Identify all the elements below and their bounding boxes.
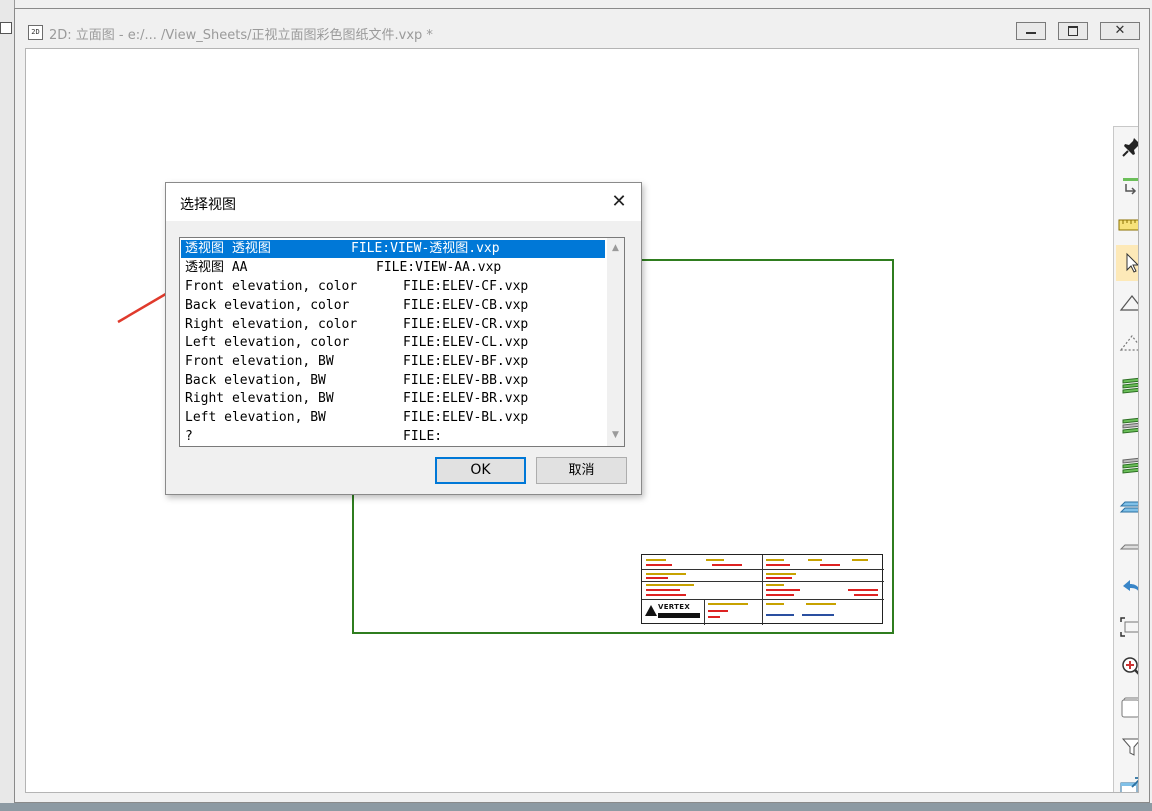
snap-icon <box>1123 178 1138 195</box>
dialog-close-button[interactable]: ✕ <box>604 189 634 215</box>
dashed-triangle-tool[interactable] <box>1116 325 1138 361</box>
list-item[interactable]: Front elevation, BW FILE:ELEV-BF.vxp <box>181 353 605 371</box>
cancel-button[interactable]: 取消 <box>536 457 627 484</box>
list-item[interactable]: Back elevation, color FILE:ELEV-CB.vxp <box>181 297 605 315</box>
close-icon: ✕ <box>611 191 627 212</box>
list-item[interactable]: 透视图 透视图 FILE:VIEW-透视图.vxp <box>181 240 605 258</box>
export-window-tool[interactable] <box>1116 769 1138 792</box>
zoom-in-icon <box>1122 657 1138 675</box>
page-icon <box>1121 697 1138 718</box>
plane-gray-tool[interactable] <box>1116 529 1138 565</box>
filter-tool[interactable] <box>1116 729 1138 765</box>
list-item[interactable]: ? FILE: <box>181 428 605 446</box>
list-item[interactable]: Front elevation, color FILE:ELEV-CF.vxp <box>181 278 605 296</box>
list-item[interactable]: Right elevation, BW FILE:ELEV-BR.vxp <box>181 390 605 408</box>
layers-green-tool[interactable] <box>1116 367 1138 403</box>
view-listbox[interactable]: 透视图 透视图 FILE:VIEW-透视图.vxp 透视图 AA FILE:VIEW… <box>179 237 625 447</box>
app-document-icon: 2D <box>28 25 43 40</box>
window-titlebar[interactable]: 2D 2D: 立面图 - e:/... /View_Sheets/正视立面图彩色… <box>15 9 1149 45</box>
undo-tool[interactable] <box>1116 569 1138 605</box>
layers-green-icon <box>1122 377 1138 394</box>
triangle-tool[interactable] <box>1116 285 1138 321</box>
plane-gray-icon <box>1119 544 1138 550</box>
close-icon: ✕ <box>1114 23 1126 38</box>
triangle-icon <box>1119 295 1138 311</box>
zoom-extents-tool[interactable] <box>1116 609 1138 645</box>
taskbar-strip <box>0 803 1152 811</box>
export-window-icon <box>1120 777 1138 792</box>
plane-blue-tool[interactable] <box>1116 489 1138 525</box>
zoom-extents-icon <box>1120 617 1138 637</box>
layers-gray-tool[interactable] <box>1116 407 1138 443</box>
list-scrollbar[interactable]: ▲ ▼ <box>607 238 624 446</box>
vertex-logo: VERTEX <box>645 602 701 620</box>
maximize-button[interactable] <box>1058 22 1088 40</box>
select-tool[interactable] <box>1116 245 1138 281</box>
title-block: VERTEX <box>641 554 884 625</box>
left-panel-strip <box>0 0 15 811</box>
dialog-title: 选择视图 <box>180 197 236 213</box>
undo-arrow-icon <box>1123 580 1138 591</box>
list-item[interactable]: Left elevation, color FILE:ELEV-CL.vxp <box>181 334 605 352</box>
zoom-in-tool[interactable] <box>1116 649 1138 685</box>
scroll-up-icon[interactable]: ▲ <box>607 240 624 257</box>
minimize-button[interactable] <box>1016 22 1046 40</box>
list-item[interactable]: Left elevation, BW FILE:ELEV-BL.vxp <box>181 409 605 427</box>
scroll-down-icon[interactable]: ▼ <box>607 427 624 444</box>
window-title: 2D: 立面图 - e:/... /View_Sheets/正视立面图彩色图纸文… <box>49 28 433 43</box>
page-tool[interactable] <box>1116 689 1138 725</box>
right-toolbar <box>1113 126 1138 792</box>
pin-tool[interactable] <box>1116 129 1138 165</box>
list-item[interactable]: Back elevation, BW FILE:ELEV-BB.vxp <box>181 372 605 390</box>
logo-text: VERTEX <box>658 603 691 611</box>
list-item[interactable]: 透视图 AA FILE:VIEW-AA.vxp <box>181 259 605 277</box>
dialog-titlebar[interactable]: 选择视图 ✕ <box>166 183 641 221</box>
snap-tool[interactable] <box>1116 169 1138 205</box>
ok-button[interactable]: OK <box>435 457 526 484</box>
filter-icon <box>1121 738 1138 756</box>
ruler-tool[interactable] <box>1116 207 1138 243</box>
list-item[interactable]: Right elevation, color FILE:ELEV-CR.vxp <box>181 316 605 334</box>
layers-mixed-tool[interactable] <box>1116 447 1138 483</box>
pin-icon <box>1122 138 1138 157</box>
ruler-icon <box>1118 219 1138 231</box>
panel-indicator <box>0 22 12 34</box>
dashed-triangle-icon <box>1119 335 1138 351</box>
layers-gray-icon <box>1122 417 1138 434</box>
close-button[interactable]: ✕ <box>1100 22 1140 40</box>
select-arrow-icon <box>1126 252 1138 273</box>
select-view-dialog: 选择视图 ✕ 透视图 透视图 FILE:VIEW-透视图.vxp 透视图 AA FI… <box>165 182 642 495</box>
plane-blue-icon <box>1119 501 1138 513</box>
layers-mixed-icon <box>1122 457 1138 474</box>
